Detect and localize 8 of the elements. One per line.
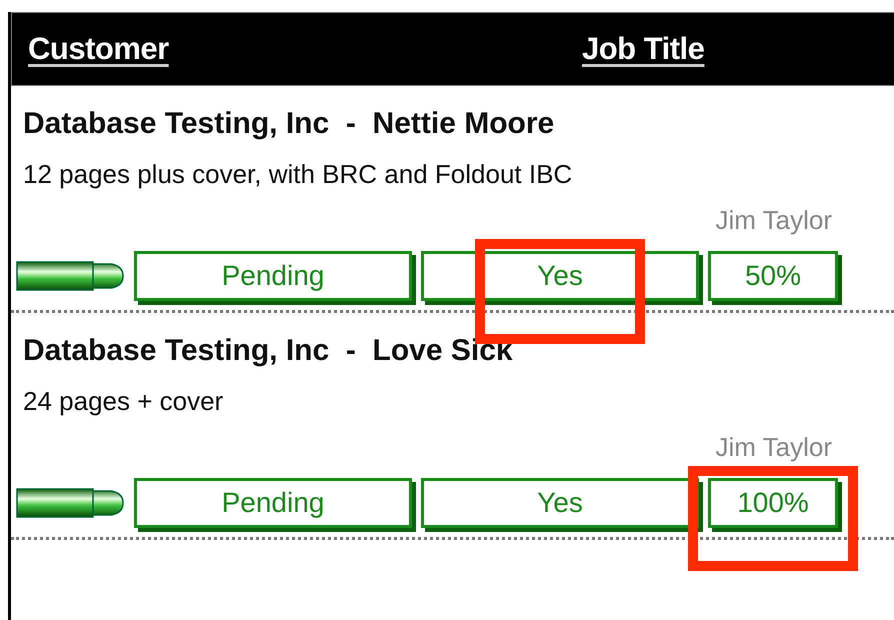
job-title: Database Testing, Inc - Love Sick <box>23 333 514 369</box>
job-description: 12 pages plus cover, with BRC and Foldout IBC <box>23 158 574 190</box>
column-header-link[interactable]: Job Title <box>582 31 704 67</box>
assignee-name: Jim Taylor <box>715 431 832 463</box>
job-description: 24 pages + cover <box>23 385 224 417</box>
job-title: Database Testing, Inc - Nettie Moore <box>23 106 556 142</box>
assignee-name: Jim Taylor <box>715 204 832 236</box>
column-header-link[interactable]: Customer <box>12 31 169 67</box>
